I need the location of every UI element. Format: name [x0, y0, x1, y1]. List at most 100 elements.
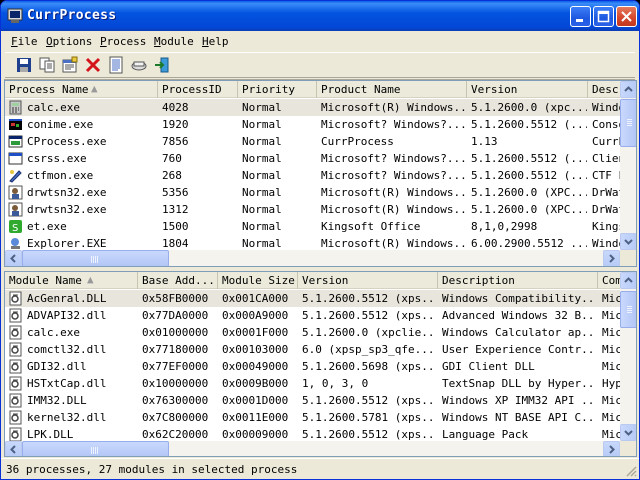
process-list[interactable]: Process Name ▲ ProcessID Priority Product…	[4, 80, 637, 267]
product-name: Microsoft? Windows?...	[321, 118, 466, 131]
scroll-up-button[interactable]	[620, 81, 636, 98]
table-row[interactable]: calc.exe 4028 Normal Microsoft(R) Windows..…	[5, 99, 620, 116]
process-hscroll[interactable]	[5, 250, 620, 266]
base-address: 0x01000000	[142, 326, 209, 339]
maximize-button[interactable]	[593, 6, 614, 27]
table-row[interactable]: ctfmon.exe 268 Normal Microsoft? Windows?..…	[5, 167, 620, 184]
scroll-right-button[interactable]	[603, 441, 620, 456]
col-priority[interactable]: Priority	[238, 81, 317, 98]
module-version: 5.1.2600.5698 (xps...	[302, 360, 437, 373]
scroll-left-button[interactable]	[5, 250, 22, 266]
module-name: IMM32.DLL	[27, 394, 87, 407]
scroll-down-button[interactable]	[620, 424, 636, 441]
process-id: 4028	[162, 101, 189, 114]
scroll-thumb[interactable]	[22, 250, 169, 266]
col-version[interactable]: Version	[467, 81, 588, 98]
chevron-left-icon	[10, 254, 16, 263]
table-row[interactable]: Set.exe 1500 Normal Kingsoft Office 8,1,0,29…	[5, 218, 620, 235]
scroll-corner	[620, 441, 636, 456]
scroll-right-button[interactable]	[603, 250, 620, 266]
minimize-button[interactable]	[570, 6, 591, 27]
scroll-up-button[interactable]	[620, 272, 636, 289]
scroll-left-button[interactable]	[5, 441, 22, 456]
module-list-header: Module Name ▲ Base Add... Module Size Ver…	[5, 272, 628, 289]
col-module-version[interactable]: Version	[298, 272, 438, 289]
col-module-name[interactable]: Module Name ▲	[5, 272, 138, 289]
chevron-left-icon	[10, 445, 16, 454]
module-name: HSTxtCap.dll	[27, 377, 107, 390]
save-icon[interactable]	[15, 56, 33, 74]
table-row[interactable]: ADVAPI32.dll 0x77DA0000 0x000A9000 5.1.2600…	[5, 307, 620, 324]
grip-line	[627, 310, 632, 311]
module-name: comctl32.dll	[27, 343, 107, 356]
app-window: CurrProcess File Options Process Module …	[0, 0, 640, 480]
menu-module[interactable]: Module	[154, 35, 194, 48]
resize-grip-icon[interactable]	[625, 465, 637, 477]
grip-line	[95, 447, 96, 454]
grip-line	[93, 256, 94, 263]
module-version: 5.1.2600.0 (xpclie...	[302, 326, 437, 339]
explorer-icon	[11, 238, 20, 249]
grip-line	[97, 256, 98, 263]
module-size: 0x00103000	[222, 343, 289, 356]
module-description: Language Pack	[442, 428, 529, 441]
close-button[interactable]	[616, 6, 637, 27]
properties-icon[interactable]	[61, 56, 79, 74]
process-vscroll[interactable]	[620, 81, 636, 250]
menu-file[interactable]: File	[11, 35, 38, 48]
col-process-name[interactable]: Process Name ▲	[5, 81, 158, 98]
process-priority: Normal	[242, 135, 282, 148]
module-size: 0x001CA000	[222, 292, 289, 305]
process-version: 5.1.2600.5512 (...	[471, 169, 587, 182]
table-row[interactable]: comctl32.dll 0x77180000 0x00103000 6.0 (xps…	[5, 341, 620, 358]
process-id: 5356	[162, 186, 189, 199]
table-row[interactable]: drwtsn32.exe 5356 Normal Microsoft(R) Windo…	[5, 184, 620, 201]
module-list[interactable]: Module Name ▲ Base Add... Module Size Ver…	[4, 271, 637, 457]
html-report-icon[interactable]	[107, 56, 125, 74]
scroll-thumb[interactable]	[620, 291, 636, 328]
window-title: CurrProcess	[27, 8, 117, 23]
kill-process-icon[interactable]	[84, 56, 102, 74]
chevron-right-icon	[609, 445, 615, 454]
chevron-down-icon	[624, 430, 633, 436]
table-row[interactable]: drwtsn32.exe 1312 Normal Microsoft(R) Windo…	[5, 201, 620, 218]
table-row[interactable]: IMM32.DLL 0x76300000 0x0001D000 5.1.2600.55…	[5, 392, 620, 409]
module-hscroll[interactable]	[5, 441, 620, 456]
col-base-address[interactable]: Base Add...	[138, 272, 218, 289]
dll-icon	[9, 325, 22, 340]
col-module-size[interactable]: Module Size	[218, 272, 298, 289]
scroll-down-button[interactable]	[620, 233, 636, 250]
table-row[interactable]: csrss.exe 760 Normal Microsoft? Windows?...…	[5, 150, 620, 167]
table-row[interactable]: HSTxtCap.dll 0x10000000 0x0009B000 1, 0, 3,…	[5, 375, 620, 392]
module-version: 5.1.2600.5781 (xps...	[302, 411, 437, 424]
col-product-name[interactable]: Product Name	[317, 81, 467, 98]
toolbar	[5, 52, 635, 78]
table-row[interactable]: conime.exe 1920 Normal Microsoft? Windows?.…	[5, 116, 620, 133]
dll-icon	[9, 291, 22, 306]
title-bar[interactable]: CurrProcess	[1, 1, 639, 31]
table-row[interactable]: CProcess.exe 7856 Normal CurrProcess 1.13 Cur…	[5, 133, 620, 150]
dll-icon	[9, 393, 22, 408]
scroll-thumb[interactable]	[620, 99, 636, 147]
exit-icon[interactable]	[153, 56, 171, 74]
copy-icon[interactable]	[38, 56, 56, 74]
module-name: GDI32.dll	[27, 360, 87, 373]
refresh-icon[interactable]	[130, 56, 148, 74]
table-row[interactable]: AcGenral.DLL 0x58FB0000 0x001CA000 5.1.2600…	[5, 290, 620, 307]
grip-line	[97, 447, 98, 454]
table-row[interactable]: GDI32.dll 0x77EF0000 0x00049000 5.1.2600.56…	[5, 358, 620, 375]
scroll-thumb[interactable]	[22, 441, 169, 456]
col-module-description[interactable]: Description	[438, 272, 598, 289]
sort-asc-icon: ▲	[91, 82, 98, 95]
module-vscroll[interactable]	[620, 272, 636, 441]
module-name: ADVAPI32.dll	[27, 309, 107, 322]
menu-process[interactable]: Process	[100, 35, 146, 48]
menu-options[interactable]: Options	[46, 35, 92, 48]
menu-help[interactable]: Help	[202, 35, 229, 48]
product-name: Microsoft(R) Windows...	[321, 186, 466, 199]
table-row[interactable]: kernel32.dll 0x7C800000 0x0011E000 5.1.2600…	[5, 409, 620, 426]
table-row[interactable]: calc.exe 0x01000000 0x0001F000 5.1.2600.0 (…	[5, 324, 620, 341]
grip-line	[627, 121, 632, 122]
process-description: Windo	[592, 101, 620, 114]
col-process-id[interactable]: ProcessID	[158, 81, 238, 98]
